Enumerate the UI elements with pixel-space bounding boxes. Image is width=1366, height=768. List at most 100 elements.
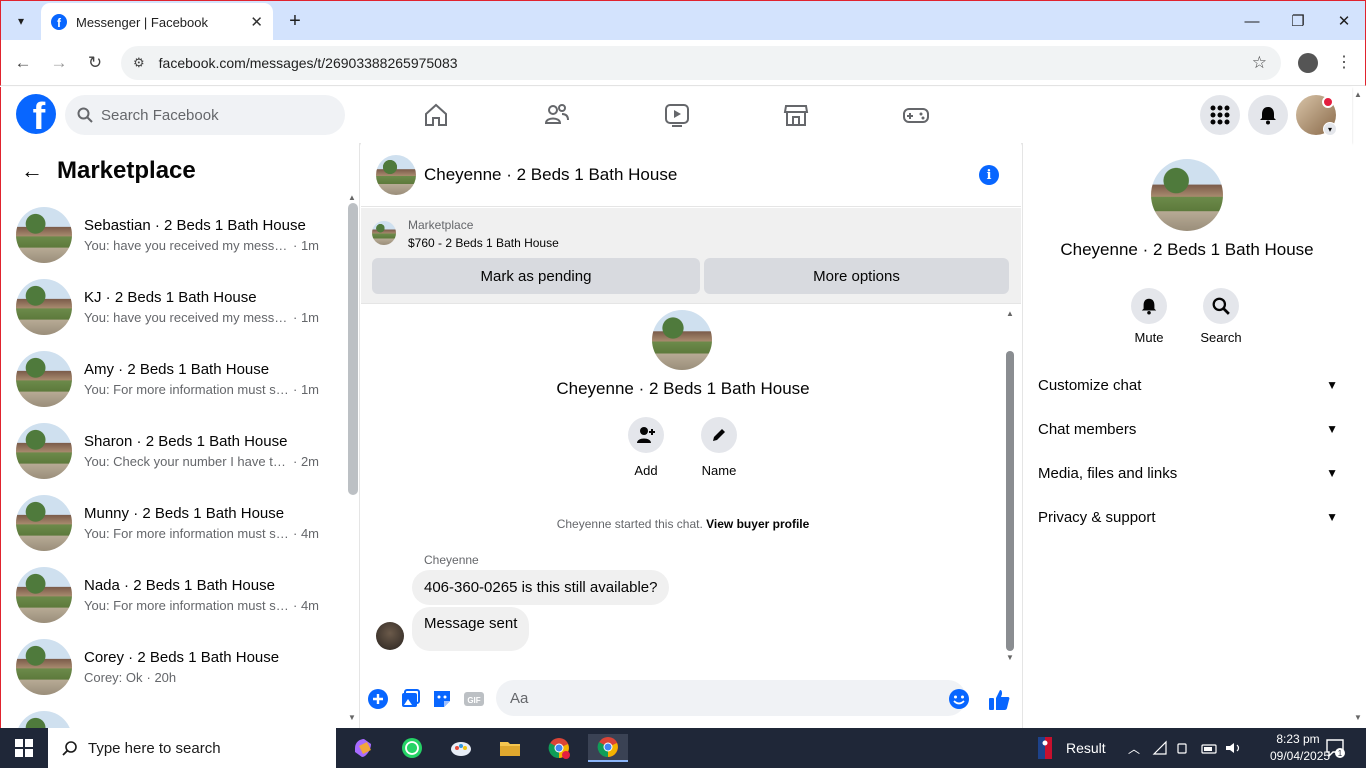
back-button[interactable]: ← bbox=[11, 51, 35, 75]
page-scroll-down-arrow[interactable]: ▼ bbox=[1354, 713, 1362, 722]
chrome-active-icon[interactable] bbox=[588, 734, 628, 762]
chrome-icon[interactable] bbox=[539, 734, 579, 762]
marketplace-icon[interactable] bbox=[782, 101, 810, 129]
search-label: Search bbox=[1200, 330, 1242, 345]
conversation-text: Sebastian · 2 Beds 1 Bath House You: have… bbox=[84, 217, 319, 253]
conversation-list-scrollbar[interactable] bbox=[348, 203, 358, 495]
search-icon bbox=[1212, 297, 1230, 315]
home-icon[interactable] bbox=[422, 101, 450, 129]
chat-header: Cheyenne · 2 Beds 1 Bath House i bbox=[361, 143, 1021, 207]
add-person-icon bbox=[637, 427, 655, 443]
message-bubble[interactable]: Message sent bbox=[412, 607, 530, 651]
sender-avatar[interactable] bbox=[376, 622, 404, 650]
friends-icon[interactable] bbox=[543, 101, 571, 129]
bookmark-star-icon[interactable]: ☆ bbox=[1252, 53, 1267, 73]
thumbs-up-icon[interactable] bbox=[987, 688, 1011, 712]
browser-menu-icon[interactable]: ⋮ bbox=[1336, 52, 1352, 72]
add-people-action[interactable]: Add bbox=[616, 417, 676, 478]
page-scroll-up-arrow[interactable]: ▲ bbox=[1354, 90, 1362, 99]
show-hidden-icons[interactable]: ︿ bbox=[1128, 728, 1140, 768]
mute-label: Mute bbox=[1134, 330, 1164, 345]
conversation-item[interactable]: Amy · 2 Beds 1 Bath House You: For more i… bbox=[1, 343, 346, 415]
file-explorer-icon[interactable] bbox=[490, 734, 530, 762]
privacy-support-section[interactable]: Privacy & support ▼ bbox=[1038, 497, 1338, 537]
conversation-time: · 4m bbox=[293, 526, 319, 541]
close-window-button[interactable]: ✕ bbox=[1329, 9, 1359, 33]
windows-logo-icon bbox=[15, 739, 33, 757]
bell-icon bbox=[1260, 107, 1276, 125]
conversation-item[interactable]: Tyrone · 2 Beds 1 Bath House bbox=[1, 703, 346, 728]
forward-button[interactable]: → bbox=[47, 51, 71, 75]
restore-button[interactable]: ❐ bbox=[1283, 9, 1313, 33]
facebook-search-box[interactable] bbox=[65, 95, 345, 135]
scroll-up-arrow[interactable]: ▲ bbox=[348, 193, 356, 202]
view-buyer-profile-link[interactable]: View buyer profile bbox=[706, 517, 809, 531]
browser-profile-avatar[interactable] bbox=[1298, 53, 1318, 73]
chat-profile-avatar[interactable] bbox=[652, 310, 712, 370]
widget-result[interactable]: Result bbox=[1038, 728, 1106, 768]
start-button[interactable] bbox=[0, 728, 48, 768]
conversation-item[interactable]: Corey · 2 Beds 1 Bath House Corey: Ok · 20… bbox=[1, 631, 346, 703]
windows-taskbar: Type here to search Result ︿ 8:23 pm 09/… bbox=[0, 728, 1366, 768]
sticker-icon[interactable] bbox=[431, 688, 453, 710]
conversation-item[interactable]: KJ · 2 Beds 1 Bath House You: have you re… bbox=[1, 271, 346, 343]
notifications-button[interactable] bbox=[1248, 95, 1288, 135]
system-clock[interactable]: 8:23 pm 09/04/2025 bbox=[1270, 731, 1330, 765]
mark-as-pending-button[interactable]: Mark as pending bbox=[372, 258, 700, 294]
chat-members-section[interactable]: Chat members ▼ bbox=[1038, 409, 1338, 449]
reload-button[interactable]: ↻ bbox=[83, 51, 107, 75]
notification-center-icon[interactable]: 1 bbox=[1325, 738, 1345, 758]
chat-header-avatar[interactable] bbox=[376, 154, 416, 195]
browser-tab-messenger[interactable]: f Messenger | Facebook ✕ bbox=[41, 3, 273, 41]
gif-icon[interactable]: GIF bbox=[463, 688, 485, 710]
tab-search-button[interactable]: ▾ bbox=[9, 9, 33, 33]
listing-thumbnail[interactable] bbox=[372, 221, 396, 245]
facebook-search-input[interactable] bbox=[101, 106, 321, 124]
chat-scroll-down-arrow[interactable]: ▼ bbox=[1006, 653, 1014, 662]
plus-circle-icon[interactable] bbox=[367, 688, 389, 710]
paint-icon[interactable] bbox=[441, 734, 481, 762]
tab-close-icon[interactable]: ✕ bbox=[250, 13, 263, 31]
conversation-avatar bbox=[16, 567, 72, 623]
conversation-item[interactable]: Sebastian · 2 Beds 1 Bath House You: have… bbox=[1, 199, 346, 271]
message-bubble[interactable]: 406-360-0265 is this still available? bbox=[412, 570, 670, 605]
conversation-item[interactable]: Sharon · 2 Beds 1 Bath House You: Check y… bbox=[1, 415, 346, 487]
conversation-item[interactable]: Nada · 2 Beds 1 Bath House You: For more … bbox=[1, 559, 346, 631]
gaming-icon[interactable] bbox=[902, 101, 930, 129]
copilot-icon[interactable] bbox=[343, 734, 383, 762]
info-icon[interactable]: i bbox=[979, 165, 999, 185]
emoji-icon[interactable] bbox=[948, 688, 970, 710]
listing-price-title[interactable]: $760 - 2 Beds 1 Bath House bbox=[408, 236, 559, 250]
chat-title[interactable]: Cheyenne · 2 Beds 1 Bath House bbox=[424, 165, 677, 185]
address-bar[interactable]: ⚙ facebook.com/messages/t/26903388265975… bbox=[121, 46, 1281, 80]
conversation-name: Amy · 2 Beds 1 Bath House bbox=[84, 361, 270, 378]
menu-button[interactable] bbox=[1200, 95, 1240, 135]
message-input[interactable]: Aa bbox=[496, 680, 966, 716]
scroll-down-arrow[interactable]: ▼ bbox=[348, 713, 356, 722]
info-profile-avatar[interactable] bbox=[1151, 159, 1223, 231]
name-action[interactable]: Name bbox=[689, 417, 749, 478]
chat-scrollbar[interactable] bbox=[1006, 351, 1014, 651]
chat-scroll-up-arrow[interactable]: ▲ bbox=[1006, 309, 1014, 318]
system-tray-icons[interactable] bbox=[1152, 728, 1248, 768]
video-icon[interactable] bbox=[663, 101, 691, 129]
back-arrow-icon[interactable]: ← bbox=[21, 158, 43, 184]
browser-toolbar: ← → ↻ ⚙ facebook.com/messages/t/26903388… bbox=[0, 40, 1366, 86]
clock-time: 8:23 pm bbox=[1276, 732, 1320, 746]
taskbar-search[interactable]: Type here to search bbox=[48, 728, 336, 768]
photo-icon[interactable] bbox=[399, 688, 421, 710]
new-tab-button[interactable]: + bbox=[283, 9, 307, 33]
chevron-down-icon: ▼ bbox=[1326, 466, 1338, 480]
account-chevron-icon[interactable]: ▾ bbox=[1323, 122, 1337, 136]
customize-chat-section[interactable]: Customize chat ▼ bbox=[1038, 365, 1338, 405]
whatsapp-icon[interactable] bbox=[392, 734, 432, 762]
search-in-chat-action[interactable]: Search bbox=[1189, 288, 1253, 345]
facebook-logo-icon[interactable]: f bbox=[16, 94, 56, 134]
more-options-button[interactable]: More options bbox=[704, 258, 1009, 294]
media-files-links-section[interactable]: Media, files and links ▼ bbox=[1038, 453, 1338, 493]
minimize-button[interactable]: — bbox=[1237, 9, 1267, 33]
conversation-item[interactable]: Munny · 2 Beds 1 Bath House You: For more… bbox=[1, 487, 346, 559]
mute-action[interactable]: Mute bbox=[1117, 288, 1181, 345]
site-info-icon[interactable]: ⚙ bbox=[133, 55, 145, 71]
conversation-time: · 1m bbox=[293, 310, 319, 325]
